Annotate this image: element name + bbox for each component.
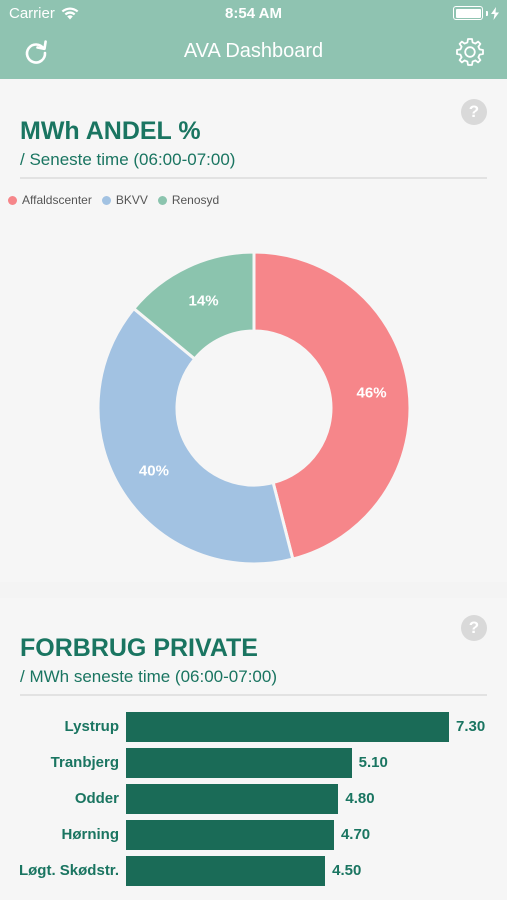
battery-icon — [453, 6, 483, 20]
legend-item-affaldscenter[interactable]: Affaldscenter — [8, 193, 92, 207]
bar-row: Odder 4.80 — [0, 784, 507, 814]
slice-value-label: 40% — [138, 462, 169, 480]
bar[interactable] — [126, 712, 449, 742]
bar-value-label: 4.80 — [345, 790, 375, 807]
legend-item-renosyd[interactable]: Renosyd — [157, 193, 220, 207]
donut-chart-svg — [96, 250, 412, 566]
status-bar: Carrier 8:54 AM — [0, 0, 507, 28]
bar-category-label: Tranbjerg — [50, 754, 119, 771]
divider — [20, 177, 487, 179]
bar-category-label: Hørning — [61, 826, 120, 843]
bar[interactable] — [126, 748, 352, 778]
legend-item-bkvv[interactable]: BKVV — [101, 193, 148, 207]
bar-value-label: 4.70 — [340, 826, 371, 843]
bar[interactable] — [126, 784, 339, 814]
share-card: ? MWh ANDEL % / Seneste time (06:00-07:0… — [0, 79, 507, 582]
bar-row: Hørning 4.70 — [0, 820, 507, 850]
bar-value-label: 5.10 — [358, 754, 388, 771]
donut-chart: 46% 40% 14% — [96, 250, 412, 566]
chart-legend: Affaldscenter BKVV Renosyd — [8, 193, 219, 207]
page-title: AVA Dashboard — [183, 40, 324, 62]
bar-category-label: Løgt. Skødstr. — [18, 862, 119, 879]
slice-value-label: 14% — [188, 292, 219, 310]
legend-dot — [101, 195, 111, 205]
bar-row: Tranbjerg 5.10 — [0, 748, 507, 778]
legend-label: BKVV — [115, 193, 148, 207]
legend-label: Renosyd — [171, 193, 220, 207]
legend-dot — [8, 195, 17, 205]
bar-category-label: Lystrup — [64, 718, 119, 735]
bar-category-label: Odder — [74, 790, 119, 807]
card-title: MWh ANDEL % — [20, 117, 201, 145]
app-header: Carrier 8:54 AM AVA Dashboard — [0, 0, 507, 79]
status-time: 8:54 AM — [225, 5, 282, 22]
bar[interactable] — [126, 820, 334, 850]
private-card: ? FORBRUG PRIVATE / MWh seneste time (06… — [0, 598, 507, 900]
help-icon[interactable]: ? — [461, 615, 487, 641]
divider — [20, 694, 487, 696]
bar-value-label: 4.50 — [332, 862, 362, 879]
charging-icon — [491, 6, 499, 20]
bar[interactable] — [126, 856, 326, 886]
card-title: FORBRUG PRIVATE — [20, 634, 258, 662]
gear-icon[interactable] — [455, 37, 485, 67]
help-icon[interactable]: ? — [461, 99, 487, 125]
legend-label: Affaldscenter — [22, 193, 92, 207]
slice-value-label: 46% — [356, 384, 387, 402]
bar-row: Løgt. Skødstr. 4.50 — [0, 856, 507, 886]
card-subtitle: / Seneste time (06:00-07:00) — [20, 150, 236, 169]
bar-row: Lystrup 7.30 — [0, 712, 507, 742]
card-subtitle: / MWh seneste time (06:00-07:00) — [20, 667, 278, 686]
legend-dot — [157, 195, 167, 205]
bar-value-label: 7.30 — [456, 718, 486, 735]
